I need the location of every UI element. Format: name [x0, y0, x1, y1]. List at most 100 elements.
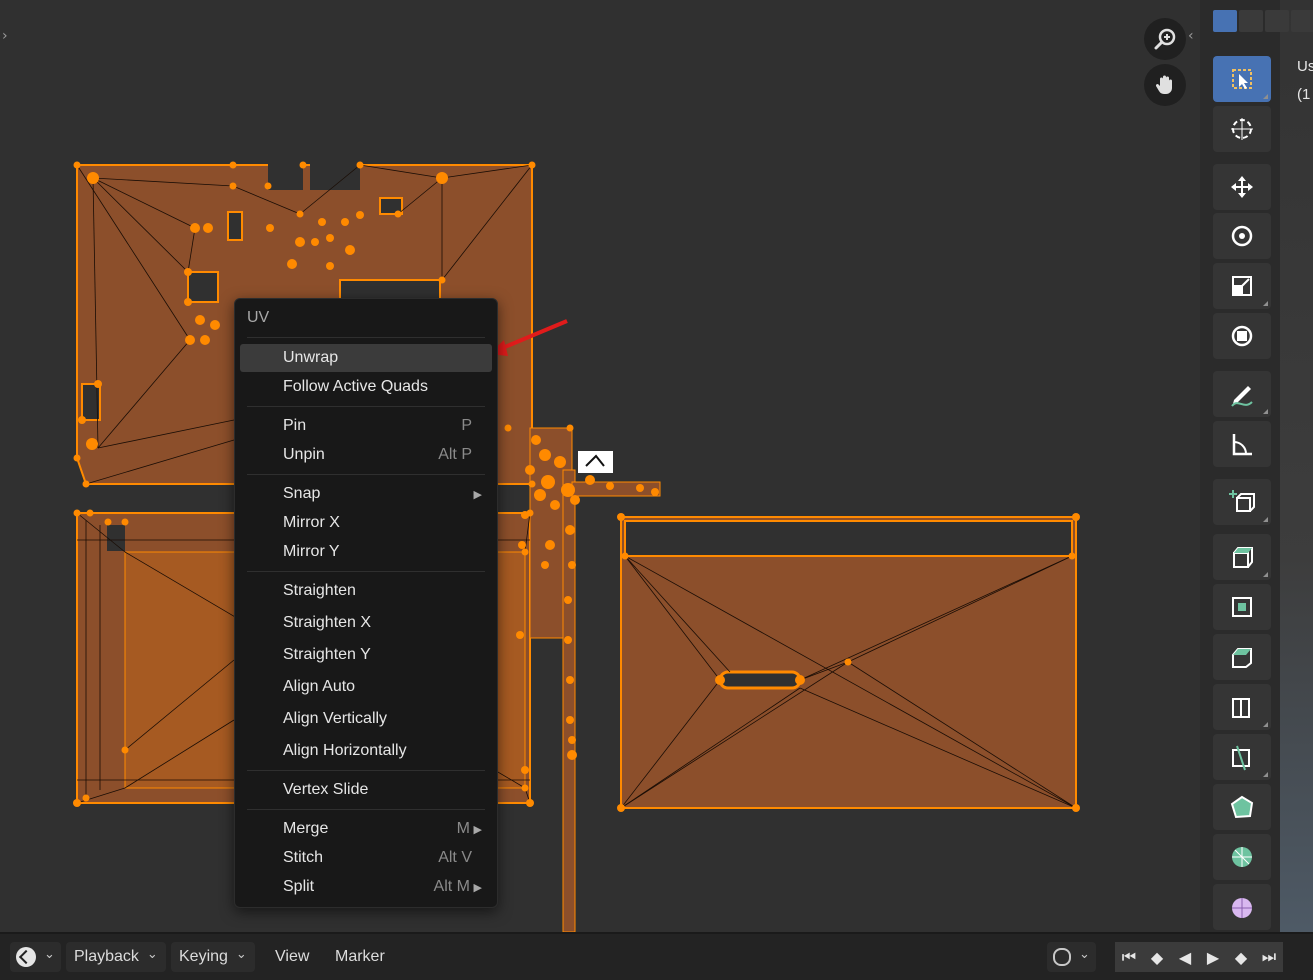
tool-options-corner-icon [1263, 409, 1268, 414]
loop-cut-tool-button[interactable] [1213, 684, 1271, 730]
extrude-tool-button[interactable] [1213, 534, 1271, 580]
menu-item-straighten-x[interactable]: Straighten X [240, 609, 492, 637]
submenu-arrow-icon: ▶ [473, 822, 482, 836]
uv-context-menu: UV Unwrap Follow Active Quads Pin P Unpin Alt… [234, 298, 498, 908]
pan-hand-icon[interactable] [1144, 64, 1186, 106]
annotate-tool-icon [1231, 386, 1253, 407]
menu-item-shortcut: P [461, 417, 472, 434]
editor-type-dropdown[interactable] [10, 942, 61, 972]
add-cube-tool-icon [1229, 490, 1255, 512]
scale-tool-icon [1232, 276, 1252, 296]
sidebar-text-1: Us [1297, 58, 1313, 75]
menu-separator [247, 809, 485, 810]
move-tool-button[interactable] [1213, 164, 1271, 210]
extrude-tool-icon [1233, 547, 1253, 568]
rotate-tool-button[interactable] [1213, 213, 1271, 259]
submenu-arrow-icon: ▶ [473, 487, 482, 501]
menu-item-label: Vertex Slide [283, 781, 369, 798]
menu-item-mirror-x[interactable]: Mirror X [240, 509, 492, 537]
menu-separator [247, 406, 485, 407]
view-menu[interactable]: View [275, 942, 309, 972]
viewport-background-strip [1280, 0, 1313, 932]
playback-label: Playback [74, 948, 139, 965]
cursor-tool-icon [1231, 118, 1253, 140]
jump-to-start-icon[interactable]: ⏮ [1115, 942, 1143, 972]
knife-tool-button[interactable] [1213, 734, 1271, 780]
zoom-icon[interactable] [1144, 18, 1186, 60]
menu-item-label: Align Horizontally [283, 742, 407, 759]
menu-item-straighten[interactable]: Straighten [240, 577, 492, 605]
measure-tool-icon [1232, 434, 1252, 456]
menu-item-label: Snap [283, 485, 321, 502]
menu-item-stitch[interactable]: Stitch Alt V [240, 844, 492, 872]
toolbar-panel: Us (1 [1200, 0, 1313, 932]
menu-item-label: Pin [283, 417, 307, 434]
tool-options-corner-icon [1263, 94, 1268, 99]
add-cube-tool-button[interactable] [1213, 479, 1271, 525]
menu-item-label: Stitch [283, 849, 324, 866]
poly-build-tool-button[interactable] [1213, 784, 1271, 830]
menu-item-merge[interactable]: Merge M ▶ [240, 815, 492, 843]
play-reverse-icon[interactable]: ◀ [1171, 942, 1199, 972]
menu-item-shortcut: M [456, 820, 470, 837]
inset-tool-icon [1232, 597, 1252, 617]
jump-to-end-icon[interactable]: ⏭ [1255, 942, 1283, 972]
marker-menu[interactable]: Marker [335, 942, 385, 972]
submenu-arrow-icon: ▶ [473, 880, 482, 894]
menu-item-snap[interactable]: Snap ▶ [240, 480, 492, 508]
menu-item-mirror-y[interactable]: Mirror Y [240, 538, 492, 566]
timeline-header: Playback Keying View Marker ⏮ ◆ ◀ ▶ ◆ ⏭ [0, 932, 1313, 980]
jump-to-keyframe-forward-icon[interactable]: ◆ [1227, 942, 1255, 972]
menu-separator [247, 571, 485, 572]
transform-tool-button[interactable] [1213, 313, 1271, 359]
tool-options-corner-icon [1263, 572, 1268, 577]
menu-item-straighten-y[interactable]: Straighten Y [240, 641, 492, 669]
select-extend-icon[interactable] [1239, 10, 1263, 32]
auto-keying-toggle[interactable] [1047, 942, 1096, 972]
smooth-tool-button[interactable] [1213, 884, 1271, 930]
menu-item-label: Straighten X [283, 614, 372, 631]
inset-tool-button[interactable] [1213, 584, 1271, 630]
clock-icon [16, 947, 36, 967]
uv-mesh-canvas[interactable] [0, 0, 1200, 932]
bevel-tool-icon [1232, 648, 1252, 668]
menu-item-align-auto[interactable]: Align Auto [240, 673, 492, 701]
keying-label: Keying [179, 948, 228, 965]
move-tool-icon [1231, 176, 1253, 198]
menu-item-pin[interactable]: Pin P [240, 412, 492, 440]
menu-item-align-vertically[interactable]: Align Vertically [240, 705, 492, 733]
sidebar-text-2: (1 [1297, 86, 1311, 103]
play-icon[interactable]: ▶ [1199, 942, 1227, 972]
cursor-tool-button[interactable] [1213, 106, 1271, 152]
select-invert-icon[interactable] [1291, 10, 1313, 32]
select-subtract-icon[interactable] [1265, 10, 1289, 32]
menu-item-unwrap[interactable]: Unwrap [240, 344, 492, 372]
menu-separator [247, 337, 485, 338]
rotate-tool-icon [1231, 225, 1253, 247]
poly-build-tool-icon [1230, 795, 1254, 819]
menu-separator [247, 770, 485, 771]
jump-to-keyframe-back-icon[interactable]: ◆ [1143, 942, 1171, 972]
menu-item-align-horizontally[interactable]: Align Horizontally [240, 737, 492, 765]
scale-tool-button[interactable] [1213, 263, 1271, 309]
annotate-tool-button[interactable] [1213, 371, 1271, 417]
measure-tool-button[interactable] [1213, 421, 1271, 467]
menu-item-split[interactable]: Split Alt M ▶ [240, 873, 492, 901]
menu-item-shortcut: Alt M [433, 878, 470, 895]
menu-item-unpin[interactable]: Unpin Alt P [240, 441, 492, 469]
select-box-tool-icon [1232, 69, 1252, 89]
right-region-toggle-icon[interactable]: ‹ [1188, 28, 1194, 44]
menu-item-vertex-slide[interactable]: Vertex Slide [240, 776, 492, 804]
keying-menu[interactable]: Keying [171, 942, 255, 972]
tool-options-corner-icon [1263, 517, 1268, 522]
uv-editor-viewport[interactable]: › ‹ UV Unwrap Follow Active Quads Pin P Unpi… [0, 0, 1200, 932]
menu-item-label: Mirror X [283, 514, 340, 531]
left-region-toggle-icon[interactable]: › [2, 28, 8, 44]
menu-item-follow-active-quads[interactable]: Follow Active Quads [240, 373, 492, 401]
bevel-tool-button[interactable] [1213, 634, 1271, 680]
menu-item-label: Unwrap [283, 349, 339, 366]
playback-menu[interactable]: Playback [66, 942, 166, 972]
select-box-tool-button[interactable] [1213, 56, 1271, 102]
spin-tool-button[interactable] [1213, 834, 1271, 880]
select-new-icon[interactable] [1213, 10, 1237, 32]
